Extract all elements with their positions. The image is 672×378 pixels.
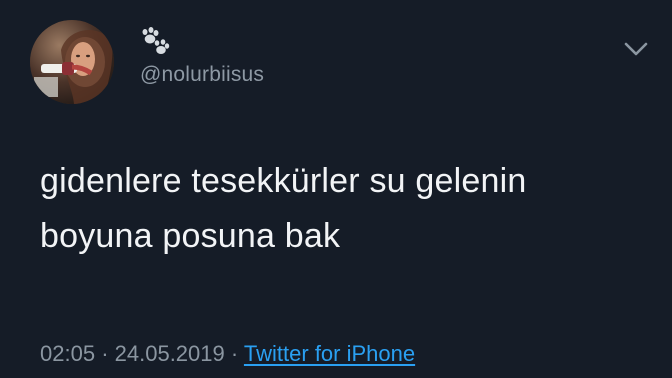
tweet-text-line-2: boyuna posuna bak [40,217,341,255]
tweet: @nolurbiisus gidenlere tesekkürler su ge… [0,0,672,378]
tweet-date: 24.05.2019 [114,341,225,366]
meta-separator: · [101,341,109,366]
tweet-text: gidenlere tesekkürler su gelenin boyuna … [40,154,650,264]
chevron-down-icon[interactable] [623,40,649,58]
user-handle[interactable]: @nolurbiisus [140,63,264,87]
tweet-source-link[interactable]: Twitter for iPhone [244,341,415,366]
avatar[interactable] [30,20,114,104]
avatar-image [30,20,114,104]
paw-prints-icon [138,26,172,56]
meta-separator: · [230,341,239,366]
tweet-text-line-1: gidenlere tesekkürler su gelenin [40,162,527,200]
tweet-meta: 02:05 · 24.05.2019 · Twitter for iPhone [40,341,415,367]
tweet-time: 02:05 [40,341,96,366]
